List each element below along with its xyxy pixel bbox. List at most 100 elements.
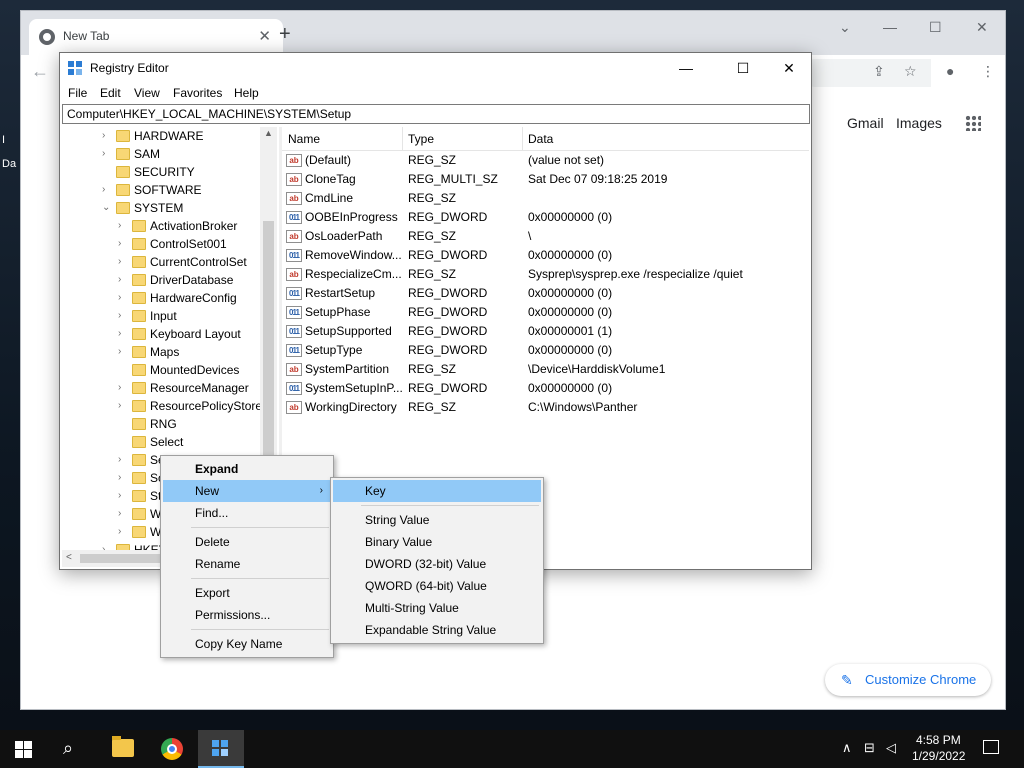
- submenu-item-dword-value[interactable]: DWORD (32-bit) Value: [333, 553, 541, 575]
- column-divider[interactable]: [522, 127, 523, 151]
- column-header-name[interactable]: Name: [288, 132, 320, 146]
- value-row[interactable]: ab WorkingDirectory REG_SZ C:\Windows\Panth…: [282, 398, 809, 417]
- expand-chevron-icon[interactable]: ›: [118, 487, 128, 505]
- tree-item[interactable]: › DriverDatabase: [62, 271, 260, 289]
- menu-item-export[interactable]: Export: [163, 582, 331, 604]
- chrome-taskbar-icon[interactable]: [161, 738, 183, 760]
- column-header-data[interactable]: Data: [528, 132, 553, 146]
- column-divider[interactable]: [402, 127, 403, 151]
- notification-icon[interactable]: [983, 740, 999, 754]
- regedit-taskbar-button[interactable]: [198, 730, 244, 768]
- file-explorer-icon[interactable]: [112, 736, 134, 757]
- submenu-item-qword-value[interactable]: QWORD (64-bit) Value: [333, 575, 541, 597]
- tree-item[interactable]: › HARDWARE: [62, 127, 260, 145]
- menu-item-rename[interactable]: Rename: [163, 553, 331, 575]
- expand-chevron-icon[interactable]: ›: [118, 325, 128, 343]
- chrome-close-button[interactable]: ✕: [976, 19, 988, 36]
- expand-chevron-icon[interactable]: ›: [118, 469, 128, 487]
- expand-chevron-icon[interactable]: ›: [102, 181, 112, 199]
- tab-search-icon[interactable]: ⌄: [839, 19, 851, 36]
- submenu-item-expandable-string-value[interactable]: Expandable String Value: [333, 619, 541, 641]
- clock-date[interactable]: 1/29/2022: [912, 749, 965, 763]
- regedit-titlebar[interactable]: Registry Editor — ☐ ✕: [60, 53, 811, 83]
- chrome-menu-icon[interactable]: ⋮: [981, 63, 995, 80]
- clock-time[interactable]: 4:58 PM: [916, 733, 961, 747]
- submenu-item-binary-value[interactable]: Binary Value: [333, 531, 541, 553]
- menu-item-expand[interactable]: Expand: [163, 458, 331, 480]
- address-bar[interactable]: Computer\HKEY_LOCAL_MACHINE\SYSTEM\Setup: [62, 104, 810, 124]
- tree-item[interactable]: › SOFTWARE: [62, 181, 260, 199]
- submenu-item-key[interactable]: Key: [333, 480, 541, 502]
- tree-item[interactable]: ⌄ SYSTEM: [62, 199, 260, 217]
- windows-start-icon[interactable]: [15, 741, 32, 758]
- chrome-tab[interactable]: New Tab ✕: [29, 19, 283, 55]
- menu-item-delete[interactable]: Delete: [163, 531, 331, 553]
- value-row[interactable]: 011 SetupPhase REG_DWORD 0x00000000 (0): [282, 303, 809, 322]
- menu-favorites[interactable]: Favorites: [173, 86, 222, 100]
- profile-avatar-icon[interactable]: ●: [946, 63, 954, 79]
- value-row[interactable]: ab OsLoaderPath REG_SZ \: [282, 227, 809, 246]
- menu-help[interactable]: Help: [234, 86, 259, 100]
- tree-item[interactable]: › ActivationBroker: [62, 217, 260, 235]
- menu-view[interactable]: View: [134, 86, 160, 100]
- scroll-left-arrow-icon[interactable]: <: [66, 552, 72, 563]
- expand-chevron-icon[interactable]: ›: [118, 379, 128, 397]
- expand-chevron-icon[interactable]: ›: [102, 127, 112, 145]
- chrome-maximize-button[interactable]: ☐: [929, 19, 942, 36]
- value-row[interactable]: 011 RestartSetup REG_DWORD 0x00000000 (0): [282, 284, 809, 303]
- tray-chevron-icon[interactable]: ∧: [842, 740, 852, 756]
- search-icon[interactable]: ⌕: [63, 738, 73, 759]
- value-row[interactable]: 011 SetupSupported REG_DWORD 0x00000001 (1): [282, 322, 809, 341]
- expand-chevron-icon[interactable]: ›: [118, 451, 128, 469]
- expand-chevron-icon[interactable]: ›: [118, 307, 128, 325]
- tree-item[interactable]: › Maps: [62, 343, 260, 361]
- regedit-minimize-button[interactable]: —: [670, 57, 702, 79]
- expand-chevron-icon[interactable]: ›: [118, 253, 128, 271]
- column-header-type[interactable]: Type: [408, 132, 434, 146]
- tree-item[interactable]: › CurrentControlSet: [62, 253, 260, 271]
- scroll-up-arrow-icon[interactable]: ▲: [264, 128, 273, 138]
- close-tab-icon[interactable]: ✕: [258, 27, 271, 45]
- expand-chevron-icon[interactable]: ›: [118, 505, 128, 523]
- share-icon[interactable]: ⇪: [873, 63, 885, 80]
- regedit-maximize-button[interactable]: ☐: [727, 57, 759, 79]
- menu-edit[interactable]: Edit: [100, 86, 121, 100]
- tree-item[interactable]: Select: [62, 433, 260, 451]
- tree-item[interactable]: RNG: [62, 415, 260, 433]
- customize-chrome-button[interactable]: ✎ Customize Chrome: [825, 664, 991, 696]
- menu-file[interactable]: File: [68, 86, 87, 100]
- menu-item-new[interactable]: New ›: [163, 480, 331, 502]
- value-row[interactable]: ab RespecializeCm... REG_SZ Sysprep\sysprep…: [282, 265, 809, 284]
- expand-chevron-icon[interactable]: ›: [102, 145, 112, 163]
- expand-chevron-icon[interactable]: ⌄: [102, 199, 112, 217]
- back-arrow-icon[interactable]: ←: [31, 61, 49, 82]
- tree-item[interactable]: SECURITY: [62, 163, 260, 181]
- menu-item-find[interactable]: Find...: [163, 502, 331, 524]
- bookmark-star-icon[interactable]: ☆: [904, 63, 917, 80]
- new-tab-button[interactable]: +: [279, 24, 291, 44]
- google-apps-icon[interactable]: [965, 115, 981, 131]
- menu-item-copy-key-name[interactable]: Copy Key Name: [163, 633, 331, 655]
- tree-item[interactable]: › Keyboard Layout: [62, 325, 260, 343]
- menu-item-permissions[interactable]: Permissions...: [163, 604, 331, 626]
- value-row[interactable]: ab CloneTag REG_MULTI_SZ Sat Dec 07 09:18:2…: [282, 170, 809, 189]
- submenu-item-string-value[interactable]: String Value: [333, 509, 541, 531]
- value-row[interactable]: 011 RemoveWindow... REG_DWORD 0x00000000 (0…: [282, 246, 809, 265]
- images-link[interactable]: Images: [896, 115, 942, 131]
- tree-item[interactable]: › HardwareConfig: [62, 289, 260, 307]
- tree-item[interactable]: › SAM: [62, 145, 260, 163]
- expand-chevron-icon[interactable]: ›: [118, 235, 128, 253]
- value-row[interactable]: ab (Default) REG_SZ (value not set): [282, 151, 809, 170]
- value-row[interactable]: ab CmdLine REG_SZ: [282, 189, 809, 208]
- tree-item[interactable]: › Input: [62, 307, 260, 325]
- expand-chevron-icon[interactable]: ›: [118, 289, 128, 307]
- volume-muted-icon[interactable]: ◁: [886, 740, 896, 756]
- expand-chevron-icon[interactable]: ›: [118, 397, 128, 415]
- value-row[interactable]: 011 SetupType REG_DWORD 0x00000000 (0): [282, 341, 809, 360]
- tree-item[interactable]: MountedDevices: [62, 361, 260, 379]
- expand-chevron-icon[interactable]: ›: [118, 523, 128, 541]
- value-row[interactable]: ab SystemPartition REG_SZ \Device\HarddiskV…: [282, 360, 809, 379]
- regedit-close-button[interactable]: ✕: [773, 57, 805, 79]
- network-icon[interactable]: ⊟: [864, 740, 875, 756]
- tree-item[interactable]: › ResourceManager: [62, 379, 260, 397]
